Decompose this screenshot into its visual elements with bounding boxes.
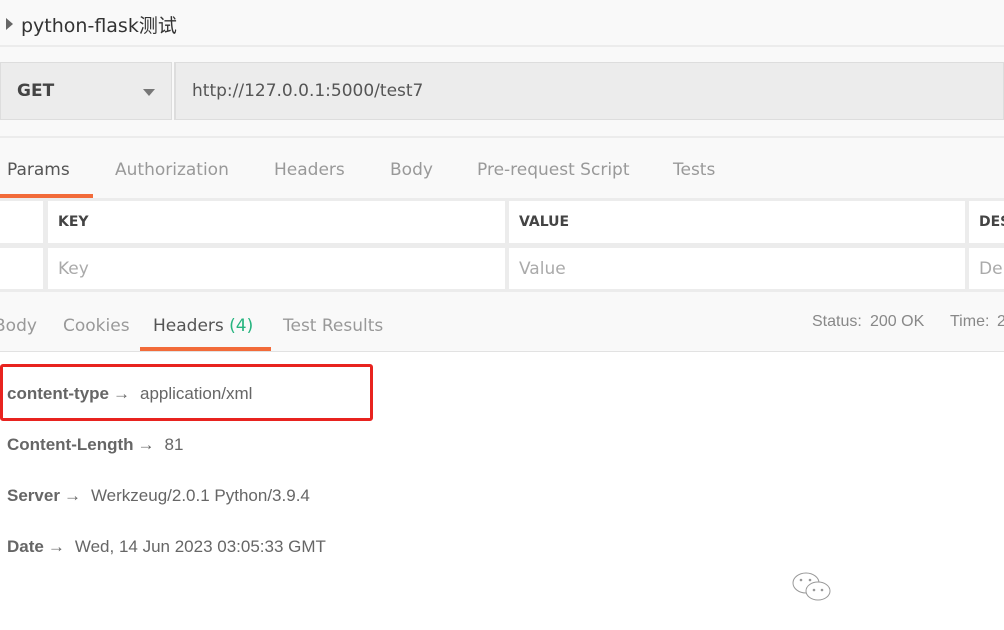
collection-header[interactable]: python-flask测试	[6, 10, 177, 38]
status-value: 200 OK	[870, 313, 925, 330]
expand-triangle-icon[interactable]	[6, 18, 13, 30]
url-value: http://127.0.0.1:5000/test7	[192, 81, 424, 101]
time-label: Time:	[950, 313, 990, 330]
chevron-down-icon	[143, 89, 155, 96]
header-key: Date	[7, 537, 44, 556]
divider	[0, 45, 1004, 47]
tab-authorization[interactable]: Authorization	[115, 160, 229, 180]
watermark	[790, 570, 834, 604]
header-value: Werkzeug/2.0.1 Python/3.9.4	[90, 486, 310, 505]
highlight-box	[0, 364, 373, 421]
arrow-icon: →	[137, 435, 155, 454]
response-tab-headers[interactable]: Headers (4)	[153, 316, 253, 336]
params-row-checkbox[interactable]	[0, 248, 43, 289]
header-key: Content-Length	[7, 435, 134, 454]
headers-count-badge: (4)	[229, 316, 254, 336]
tab-pre-request-script[interactable]: Pre-request Script	[477, 160, 630, 180]
response-header-row: Date → Wed, 14 Jun 2023 03:05:33 GMT	[7, 537, 326, 557]
wechat-icon	[792, 572, 831, 601]
tab-params[interactable]: Params	[7, 160, 70, 180]
status-label: Status:	[812, 313, 862, 330]
url-input[interactable]: http://127.0.0.1:5000/test7	[174, 62, 1004, 120]
method-value: GET	[17, 81, 55, 101]
header-key: Server	[7, 486, 60, 505]
header-value: Wed, 14 Jun 2023 03:05:33 GMT	[74, 537, 326, 556]
method-select[interactable]: GET	[0, 62, 172, 120]
arrow-icon: →	[47, 537, 65, 556]
column-header-key: KEY	[48, 201, 505, 243]
header-value: 81	[164, 435, 184, 454]
description-input[interactable]: De	[969, 248, 1004, 289]
params-checkbox-header	[0, 201, 43, 243]
column-header-value: VALUE	[509, 201, 965, 243]
response-tab-test-results[interactable]: Test Results	[283, 316, 383, 336]
tab-tests[interactable]: Tests	[673, 160, 715, 180]
arrow-icon: →	[63, 486, 81, 505]
response-tab-body[interactable]: Body	[0, 316, 37, 336]
value-input[interactable]: Value	[509, 248, 965, 289]
divider	[0, 351, 1004, 352]
response-tab-cookies[interactable]: Cookies	[63, 316, 130, 336]
key-input[interactable]: Key	[48, 248, 505, 289]
tab-body[interactable]: Body	[390, 160, 433, 180]
tab-headers[interactable]: Headers	[274, 160, 345, 180]
response-header-row: Server → Werkzeug/2.0.1 Python/3.9.4	[7, 486, 310, 506]
column-header-description: DES	[969, 201, 1004, 243]
tab-label: Headers	[153, 316, 224, 336]
divider	[0, 136, 1004, 138]
collection-title: python-flask测试	[21, 14, 177, 37]
response-header-row: Content-Length → 81	[7, 435, 183, 455]
time-value: 2	[997, 313, 1004, 330]
